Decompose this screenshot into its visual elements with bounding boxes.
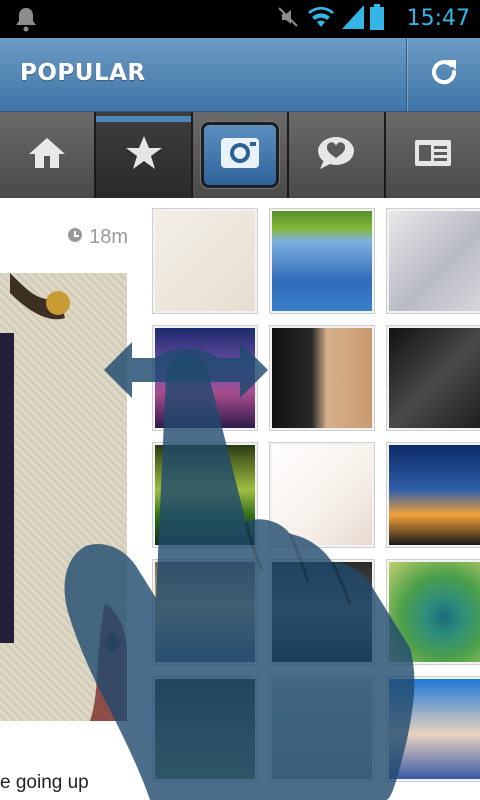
grid-photo-14[interactable]	[270, 677, 374, 781]
tab-home[interactable]	[0, 112, 95, 198]
grid-photo-15[interactable]	[387, 677, 480, 781]
profile-card-icon	[413, 138, 453, 173]
grid-photo-4[interactable]	[153, 326, 257, 430]
home-icon	[27, 136, 67, 175]
star-icon	[124, 134, 164, 177]
grid-photo-1[interactable]	[153, 209, 257, 313]
status-icons	[276, 3, 384, 35]
wifi-icon	[306, 5, 336, 34]
grid-photo-7[interactable]	[153, 443, 257, 547]
page-title: POPULAR	[20, 60, 146, 86]
tab-profile[interactable]	[385, 112, 480, 198]
notification-bell-icon	[14, 6, 38, 37]
grid-photo-11[interactable]	[270, 560, 374, 664]
grid-photo-2[interactable]	[270, 209, 374, 313]
grid-photo-13[interactable]	[153, 677, 257, 781]
feed-photo[interactable]	[0, 273, 127, 721]
popular-photo-grid	[153, 209, 480, 800]
grid-photo-5[interactable]	[270, 326, 374, 430]
mute-icon	[276, 5, 300, 34]
camera-icon	[219, 136, 261, 175]
grid-photo-6[interactable]	[387, 326, 480, 430]
tab-news[interactable]	[289, 112, 384, 198]
refresh-button[interactable]	[406, 38, 480, 111]
camera-button[interactable]	[201, 122, 280, 188]
post-time-text: 18m	[89, 226, 128, 248]
post-caption: e going up	[0, 772, 89, 793]
app-header: POPULAR	[0, 38, 480, 112]
tab-camera[interactable]	[192, 112, 288, 198]
battery-icon	[370, 3, 384, 35]
speech-heart-icon	[314, 135, 358, 176]
grid-photo-3[interactable]	[387, 209, 480, 313]
refresh-icon	[428, 56, 460, 93]
signal-icon	[342, 4, 364, 34]
grid-photo-10[interactable]	[153, 560, 257, 664]
feed-panel[interactable]: 18m e going up	[0, 198, 140, 800]
status-time: 15:47	[406, 6, 470, 31]
grid-photo-9[interactable]	[387, 443, 480, 547]
grid-photo-8[interactable]	[270, 443, 374, 547]
grid-photo-12[interactable]	[387, 560, 480, 664]
app-screen: 15:47 POPULAR 18m e going up	[0, 0, 480, 800]
status-bar: 15:47	[0, 0, 480, 38]
tab-popular[interactable]	[96, 112, 192, 198]
post-time: 18m	[67, 226, 128, 249]
tab-bar	[0, 112, 480, 198]
clock-icon	[67, 226, 83, 249]
